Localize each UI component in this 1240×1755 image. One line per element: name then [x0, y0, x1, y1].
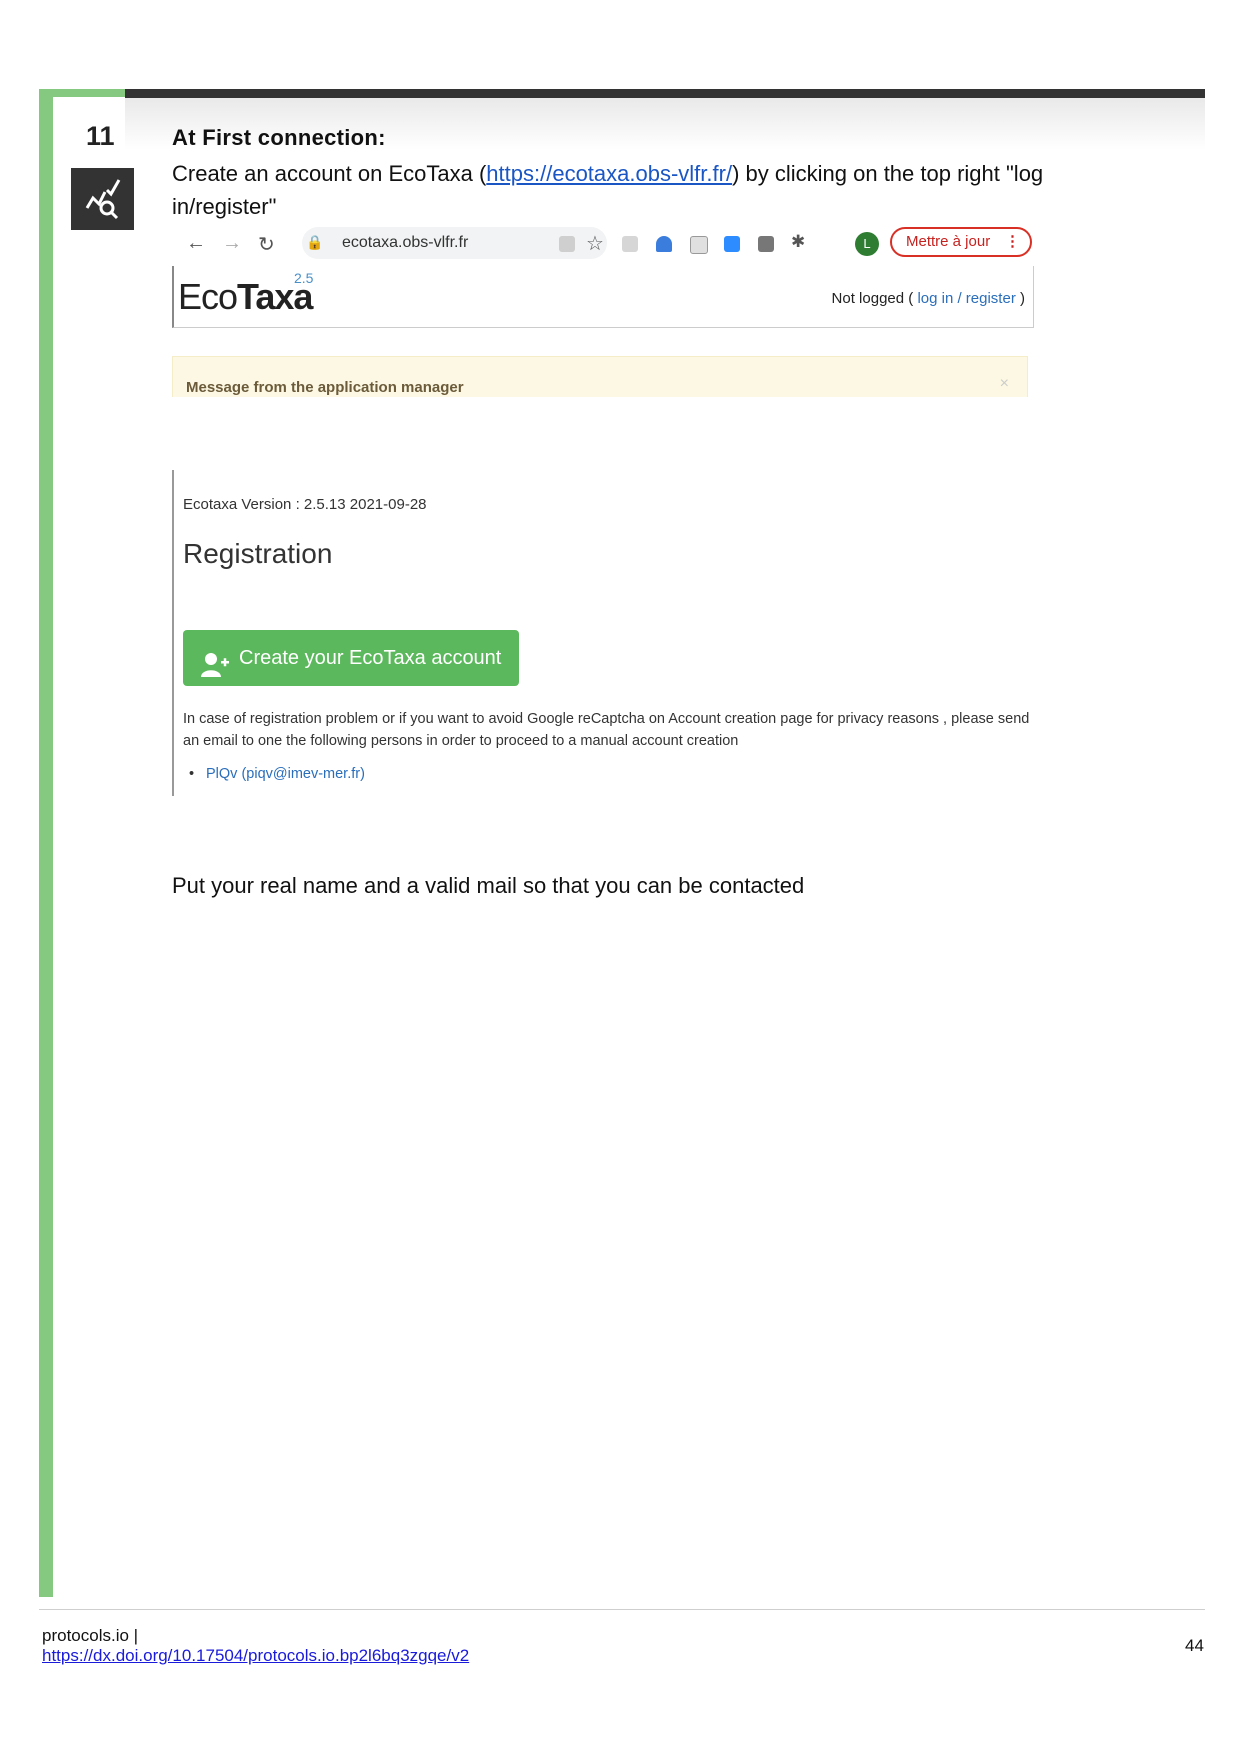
page-number: 44: [1185, 1636, 1204, 1655]
forward-arrow-icon[interactable]: →: [222, 232, 242, 255]
analysis-chart-search-icon: [71, 168, 134, 230]
step-title: At First connection:: [172, 125, 386, 150]
contact-link[interactable]: PlQv (piqv@imev-mer.fr): [189, 766, 365, 782]
close-icon[interactable]: ×: [1000, 375, 1009, 393]
status-suffix: ): [1015, 290, 1025, 307]
footer: protocols.io | https://dx.doi.org/10.175…: [42, 1626, 469, 1666]
footer-divider: [39, 1609, 1205, 1610]
update-button-label: Mettre à jour: [906, 233, 991, 250]
ecotaxa-link[interactable]: https://ecotaxa.obs-vlfr.fr/: [486, 161, 732, 186]
add-user-icon: [201, 644, 229, 700]
translate-icon[interactable]: [559, 236, 575, 252]
update-chrome-button[interactable]: Mettre à jour ⋮: [890, 227, 1032, 257]
create-account-label: Create your EcoTaxa account: [239, 647, 502, 669]
more-menu-icon: ⋮: [1005, 233, 1020, 250]
lock-icon: 🔒: [306, 234, 324, 250]
instruction-text-start: Create an account on EcoTaxa (: [172, 161, 487, 186]
footer-site: protocols.io |: [42, 1626, 139, 1645]
browser-toolbar: ← → ↻ 🔒 ecotaxa.obs-vlfr.fr ☆ ✱ L Mettre…: [172, 222, 1036, 266]
step-accent-cap: [39, 89, 125, 97]
step-header-bar: [125, 89, 1205, 98]
browser-screenshot: ← → ↻ 🔒 ecotaxa.obs-vlfr.fr ☆ ✱ L Mettre…: [172, 222, 1036, 397]
profile-avatar[interactable]: L: [855, 232, 879, 256]
login-register-link[interactable]: log in / register: [917, 290, 1015, 307]
final-instruction: Put your real name and a valid mail so t…: [172, 873, 805, 898]
registration-title: Registration: [183, 538, 333, 569]
registration-note: In case of registration problem or if yo…: [183, 711, 1030, 749]
back-arrow-icon[interactable]: ←: [186, 232, 206, 255]
message-title: Message from the application manager: [186, 379, 464, 396]
extension-icon[interactable]: [622, 236, 638, 252]
step-accent-bar: [39, 89, 53, 1597]
ecotaxa-version: Ecotaxa Version : 2.5.13 2021-09-28: [183, 496, 427, 513]
footer-doi-link[interactable]: https://dx.doi.org/10.17504/protocols.io…: [42, 1646, 469, 1665]
status-prefix: Not logged (: [831, 290, 918, 307]
registration-screenshot: Ecotaxa Version : 2.5.13 2021-09-28 Regi…: [172, 470, 1038, 796]
bookmark-star-icon[interactable]: ☆: [586, 231, 604, 256]
reload-icon[interactable]: ↻: [258, 232, 275, 257]
ecotaxa-logo: EcoTaxa 2.5: [178, 270, 313, 318]
step-instruction: Create an account on EcoTaxa (https://ec…: [172, 157, 1112, 223]
step-number: 11: [86, 121, 115, 151]
extension-blue-icon[interactable]: [656, 236, 672, 252]
create-account-button[interactable]: Create your EcoTaxa account: [183, 630, 519, 686]
logo-eco: Eco: [178, 276, 238, 317]
logo-version: 2.5: [294, 270, 314, 286]
document-icon[interactable]: [690, 236, 708, 254]
extension-gray-icon[interactable]: [758, 236, 774, 252]
address-url: ecotaxa.obs-vlfr.fr: [342, 234, 469, 251]
puzzle-icon[interactable]: ✱: [791, 232, 805, 252]
manager-message-box: Message from the application manager ×: [172, 356, 1028, 397]
login-status: Not logged ( log in / register ): [832, 290, 1025, 307]
zoom-icon[interactable]: [724, 236, 740, 252]
ecotaxa-header: EcoTaxa 2.5 Not logged ( log in / regist…: [172, 266, 1034, 328]
